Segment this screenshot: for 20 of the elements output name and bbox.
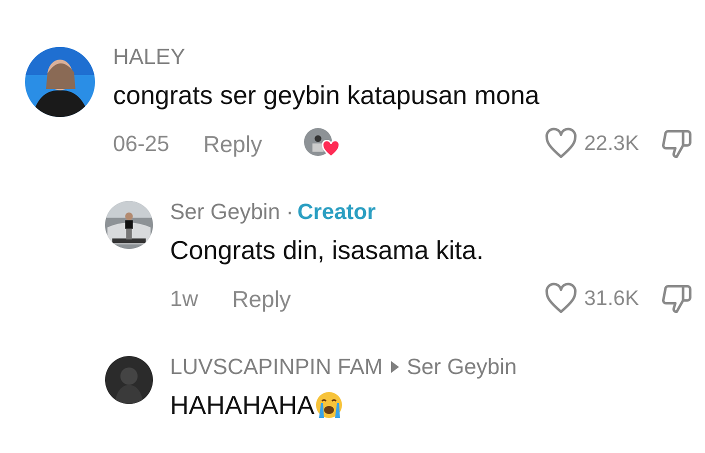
creator-label: Creator: [297, 199, 376, 225]
separator-dot: ·: [286, 199, 294, 225]
comment-text: HAHAHAHA: [170, 389, 314, 421]
username[interactable]: Ser Geybin: [170, 199, 280, 225]
heart-icon[interactable]: [544, 127, 578, 161]
comment-time: 1w: [170, 286, 198, 312]
like-count: 22.3K: [584, 132, 639, 156]
dislike-icon[interactable]: [659, 127, 693, 161]
like-count: 31.6K: [584, 287, 639, 311]
username[interactable]: LUVSCAPINPIN FAM: [170, 354, 383, 380]
reply-to-username[interactable]: Ser Geybin: [406, 354, 517, 380]
reply-button[interactable]: Reply: [232, 286, 291, 312]
comment-text: congrats ser geybin katapusan mona: [113, 79, 540, 111]
username[interactable]: HALEY: [113, 44, 186, 70]
dislike-icon[interactable]: [659, 282, 693, 316]
reply-arrow-icon: [388, 360, 401, 374]
heart-icon[interactable]: [544, 282, 578, 316]
reply-button[interactable]: Reply: [203, 130, 262, 158]
comment-time: 06-25: [113, 131, 170, 157]
comment-text: Congrats din, isasama kita.: [170, 234, 484, 266]
